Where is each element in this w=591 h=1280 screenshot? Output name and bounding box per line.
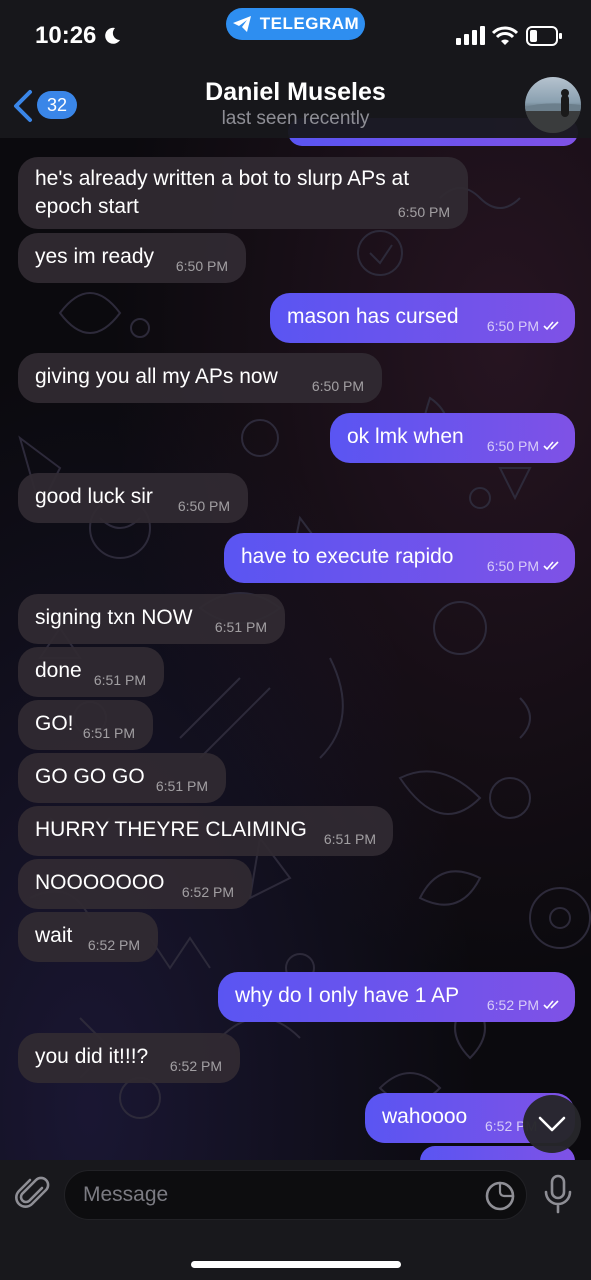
message-text: GO! [35,712,74,735]
message-text: you did it!!!? [35,1045,149,1068]
message-text: HURRY THEYRE CLAIMING [35,818,307,841]
read-checkmarks-icon [543,1000,559,1010]
status-time: 10:26 [35,22,97,49]
message-bubble-incoming[interactable]: done 6:51 PM [18,647,164,697]
message-text: giving you all my APs now [35,365,278,388]
message-time: 6:50 PM [486,318,539,334]
message-bubble-incoming[interactable]: giving you all my APs now 6:50 PM [18,353,382,403]
read-checkmarks-icon [543,441,559,451]
message-text: have to execute rapido [241,545,454,568]
home-indicator[interactable] [191,1261,401,1268]
message-text: why do I only have 1 AP [235,984,460,1007]
message-composer [0,1160,591,1280]
chat-header: 10:26 TELEGRAM 32 Daniel Museles last se… [0,0,591,138]
message-bubble-incoming[interactable]: GO! 6:51 PM [18,700,153,750]
avatar[interactable] [525,77,581,133]
message-text: mason has cursed [287,305,459,328]
message-time: 6:50 PM [486,558,539,574]
message-text-line2: epoch start [35,195,139,218]
message-time: 6:51 PM [82,725,135,741]
message-time: 6:50 PM [311,378,364,394]
message-bubble-incoming[interactable]: NOOOOOOO 6:52 PM [18,859,252,909]
message-bubble-incoming[interactable]: yes im ready 6:50 PM [18,233,246,283]
message-time: 6:50 PM [486,438,539,454]
message-bubble-incoming[interactable]: good luck sir 6:50 PM [18,473,248,523]
message-time: 6:52 PM [169,1058,222,1074]
telegram-plane-icon [232,16,251,32]
paperclip-icon[interactable] [14,1174,54,1214]
microphone-icon[interactable] [541,1174,575,1214]
message-time: 6:52 PM [181,884,234,900]
message-field[interactable] [64,1170,527,1220]
message-bubble-incoming[interactable]: HURRY THEYRE CLAIMING 6:51 PM [18,806,393,856]
message-bubble-incoming[interactable]: GO GO GO 6:51 PM [18,753,226,803]
message-text: ok lmk when [347,425,464,448]
message-bubble-outgoing[interactable]: ok lmk when 6:50 PM [330,413,575,463]
moon-icon [105,27,120,44]
message-bubble-incoming[interactable]: signing txn NOW 6:51 PM [18,594,285,644]
chevron-down-icon [538,1116,566,1132]
message-bubble-incoming[interactable]: you did it!!!? 6:52 PM [18,1033,240,1083]
message-time: 6:52 PM [486,997,539,1013]
message-text: NOOOOOOO [35,871,165,894]
message-bubble-outgoing[interactable]: mason has cursed 6:50 PM [270,293,575,343]
chat-screen: 10:26 TELEGRAM 32 Daniel Museles last se… [0,0,591,1280]
message-time: 6:50 PM [177,498,230,514]
message-text: yes im ready [35,245,155,268]
read-checkmarks-icon [543,321,559,331]
read-checkmarks-icon [543,561,559,571]
message-text: he's already written a bot to slurp APs … [35,167,410,190]
message-time: 6:51 PM [214,619,267,635]
telegram-pill-label: TELEGRAM [259,14,360,33]
message-bubble-outgoing[interactable]: have to execute rapido 6:50 PM [224,533,575,583]
message-text: signing txn NOW [35,606,193,629]
message-bubble-incoming[interactable]: he's already written a bot to slurp APs … [18,157,468,229]
message-time: 6:50 PM [175,258,228,274]
message-text: wahoooo [382,1105,468,1128]
telegram-pill[interactable]: TELEGRAM [226,8,365,40]
message-time: 6:51 PM [155,778,208,794]
message-text: wait [35,924,73,947]
contact-status: last seen recently [221,108,370,129]
message-time: 6:50 PM [397,204,450,220]
scroll-to-bottom-button[interactable] [523,1095,581,1153]
sticker-icon[interactable] [484,1180,516,1212]
message-time: 6:52 PM [87,937,140,953]
contact-name[interactable]: Daniel Museles [0,78,591,107]
wifi-icon [492,26,518,45]
message-time: 6:51 PM [323,831,376,847]
battery-icon [526,26,562,46]
signal-icon [456,26,485,45]
message-bubble-incoming[interactable]: wait 6:52 PM [18,912,158,962]
message-input[interactable] [83,1171,463,1219]
message-bubble-outgoing[interactable]: why do I only have 1 AP 6:52 PM [218,972,575,1022]
message-time: 6:51 PM [93,672,146,688]
message-text: good luck sir [35,485,153,508]
message-text: GO GO GO [35,765,145,788]
message-text: done [35,659,82,682]
